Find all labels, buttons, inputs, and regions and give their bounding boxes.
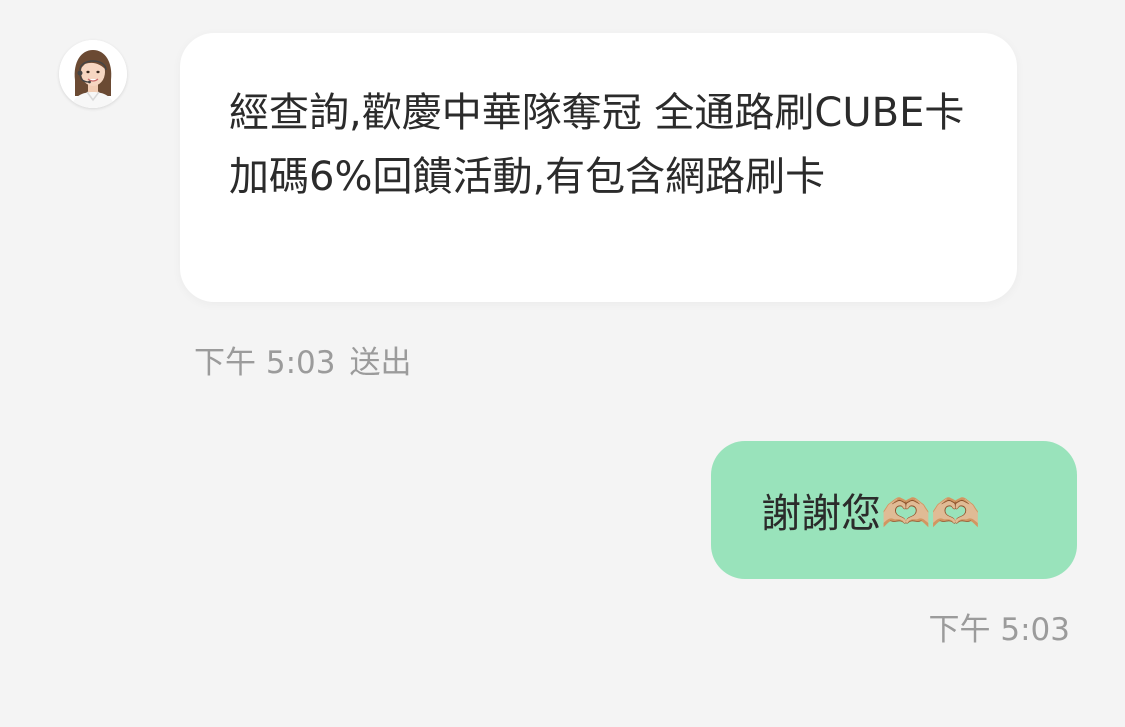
chat-view: 經查詢,歡慶中華隊奪冠 全通路刷CUBE卡加碼6%回饋活動,有包含網路刷卡 下午…	[0, 0, 1125, 727]
incoming-message-time: 下午 5:03	[194, 345, 336, 381]
incoming-message-text: 經查詢,歡慶中華隊奪冠 全通路刷CUBE卡加碼6%回饋活動,有包含網路刷卡	[229, 90, 965, 200]
outgoing-message-time: 下午 5:03	[928, 612, 1070, 648]
outgoing-message-text: 謝謝您🫶🏼🫶🏼	[761, 491, 981, 537]
incoming-message-bubble[interactable]: 經查詢,歡慶中華隊奪冠 全通路刷CUBE卡加碼6%回饋活動,有包含網路刷卡	[180, 33, 1017, 302]
incoming-message-status: 送出	[349, 345, 412, 381]
agent-avatar-icon[interactable]	[59, 40, 127, 108]
incoming-message-meta: 下午 5:03 送出	[194, 337, 411, 382]
outgoing-message-bubble[interactable]: 謝謝您🫶🏼🫶🏼	[711, 441, 1077, 579]
